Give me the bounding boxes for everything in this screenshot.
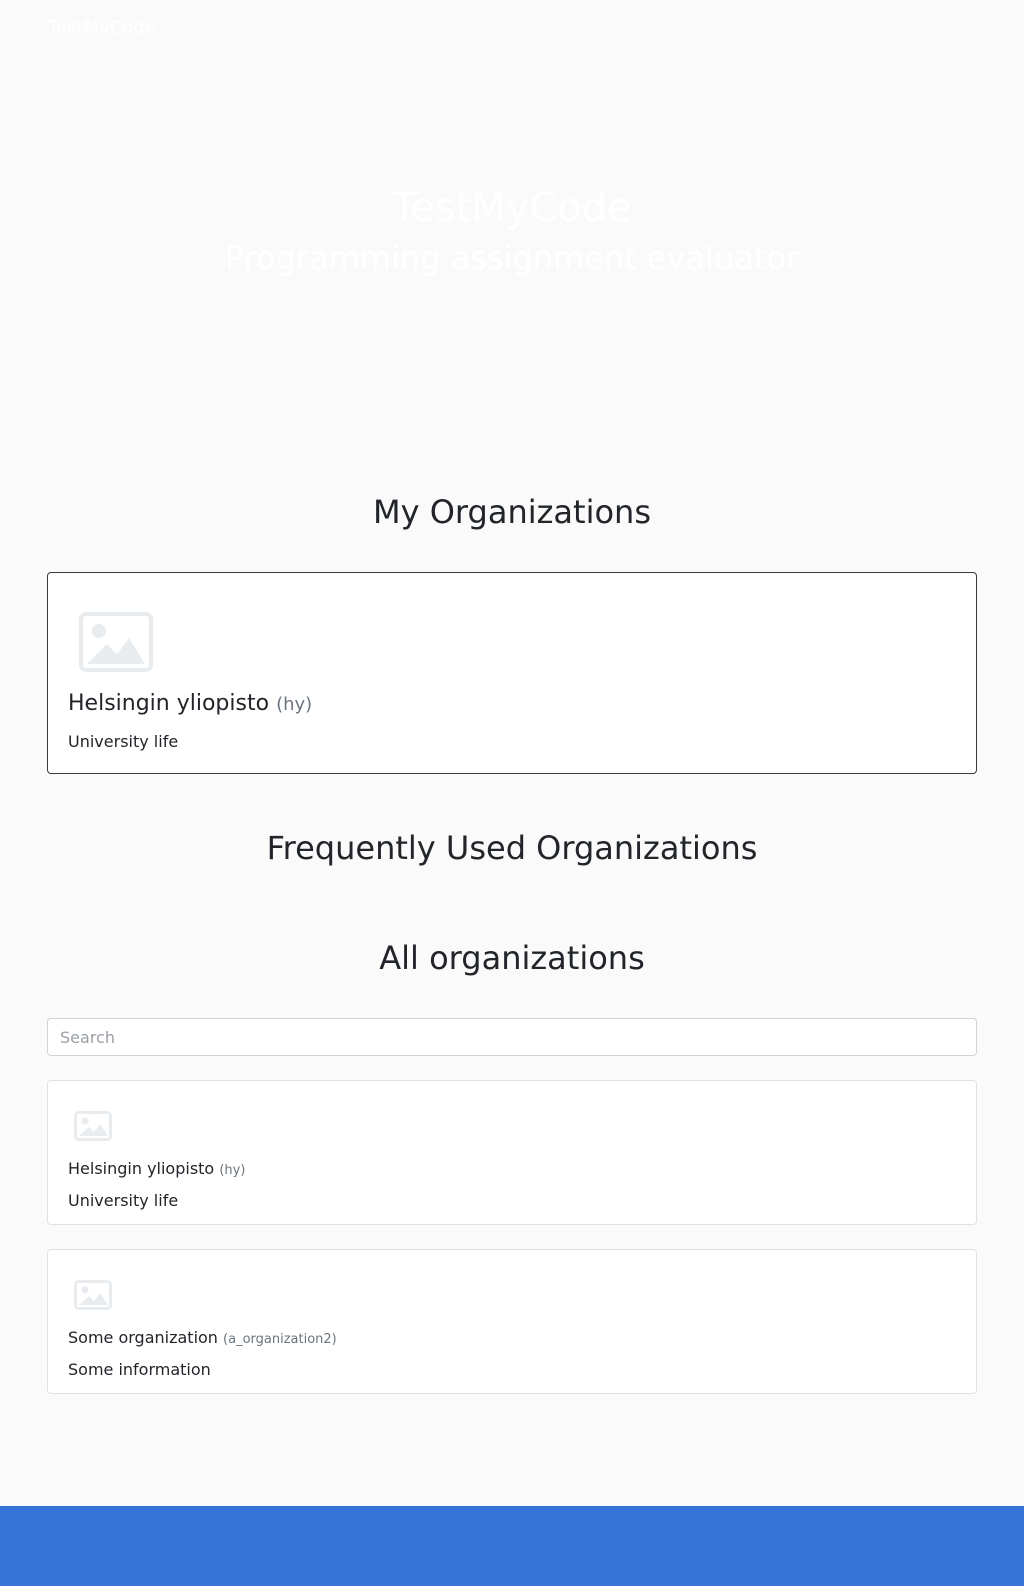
org-description: University life bbox=[68, 1191, 179, 1210]
image-placeholder-icon bbox=[74, 1111, 112, 1141]
my-org-card[interactable]: Helsingin yliopisto (hy) University life bbox=[47, 572, 977, 774]
org-slug: (a_organization2) bbox=[223, 1332, 337, 1347]
org-name: Some organization (a_organization2) bbox=[68, 1327, 337, 1351]
image-placeholder-icon bbox=[79, 612, 153, 672]
footer bbox=[0, 1506, 1024, 1586]
frequently-used-heading: Frequently Used Organizations bbox=[266, 829, 758, 867]
org-slug: (hy) bbox=[276, 694, 313, 715]
org-description: Some information bbox=[68, 1360, 211, 1379]
hero-title: TestMyCode bbox=[392, 185, 632, 231]
org-name-text: Some organization bbox=[68, 1328, 218, 1347]
navbar-brand[interactable]: TestMyCode bbox=[48, 17, 156, 38]
org-slug: (hy) bbox=[219, 1163, 246, 1178]
search-input[interactable] bbox=[47, 1018, 977, 1056]
my-organizations-heading: My Organizations bbox=[373, 493, 651, 531]
image-placeholder-icon bbox=[74, 1280, 112, 1310]
org-card[interactable]: Some organization (a_organization2) Some… bbox=[47, 1249, 977, 1394]
org-name: Helsingin yliopisto (hy) bbox=[68, 689, 312, 720]
org-name: Helsingin yliopisto (hy) bbox=[68, 1158, 245, 1182]
org-name-text: Helsingin yliopisto bbox=[68, 691, 270, 716]
navbar: TestMyCode bbox=[0, 0, 1024, 56]
org-card[interactable]: Helsingin yliopisto (hy) University life bbox=[47, 1080, 977, 1225]
org-description: University life bbox=[68, 732, 179, 751]
org-name-text: Helsingin yliopisto bbox=[68, 1159, 215, 1178]
hero-banner: TestMyCode Programming assignment evalua… bbox=[0, 56, 1024, 456]
all-organizations-heading: All organizations bbox=[379, 939, 645, 977]
hero-subtitle: Programming assignment evaluator bbox=[224, 239, 800, 277]
